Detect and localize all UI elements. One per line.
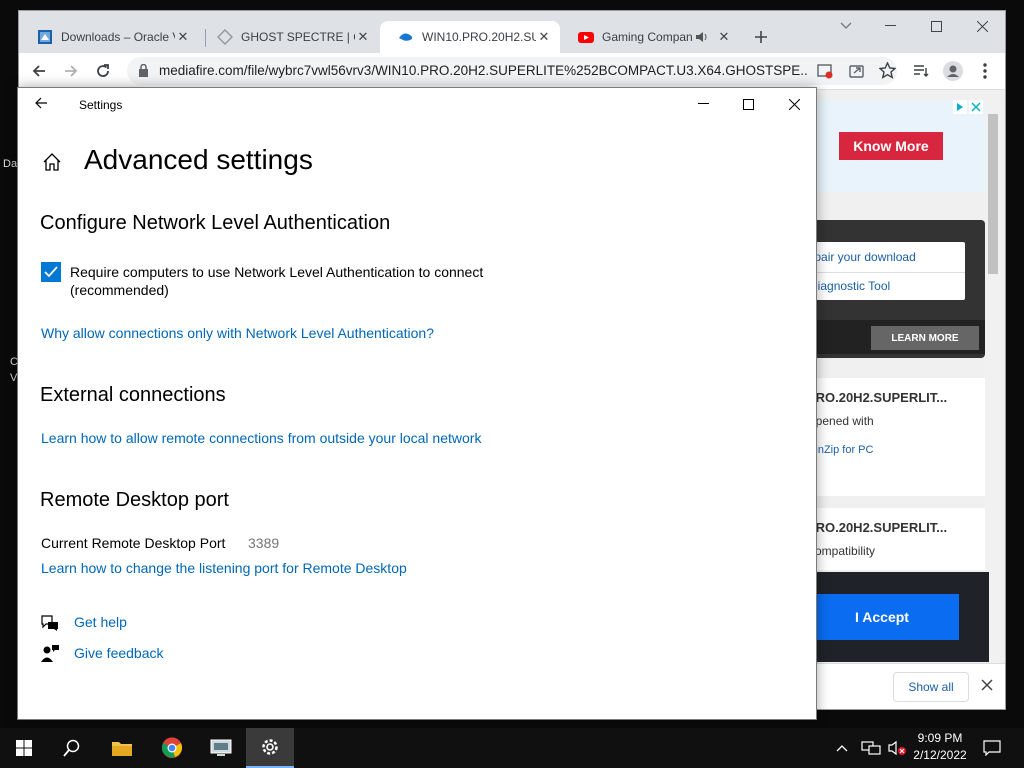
more-menu-icon[interactable] xyxy=(973,59,997,83)
file-title: ).PRO.20H2.SUPERLIT... xyxy=(799,390,948,405)
learn-more-button[interactable]: LEARN MORE xyxy=(871,326,979,350)
give-feedback-link[interactable]: Give feedback xyxy=(74,645,164,661)
new-tab-button[interactable] xyxy=(749,25,773,49)
close-icon[interactable]: ✕ xyxy=(536,29,552,45)
back-arrow-icon[interactable] xyxy=(34,96,48,110)
close-window-button[interactable] xyxy=(771,88,817,120)
file-card: ).PRO.20H2.SUPERLIT... e opened with Win… xyxy=(799,378,985,496)
maximize-button[interactable] xyxy=(913,11,959,41)
tab-downloads-oracle[interactable]: Downloads – Oracle V ✕ xyxy=(19,21,199,53)
notifications-icon[interactable] xyxy=(972,728,1012,768)
taskbar: 9:09 PM 2/12/2022 xyxy=(0,728,1024,768)
close-downloads-icon[interactable] xyxy=(981,679,993,691)
window-title: Settings xyxy=(79,98,123,112)
get-help-icon xyxy=(40,614,60,632)
blocked-popup-icon[interactable] xyxy=(817,63,833,79)
start-button[interactable] xyxy=(0,728,48,768)
close-icon[interactable]: ✕ xyxy=(175,29,191,45)
help-links: Repair your download d Diagnostic Tool xyxy=(799,242,965,300)
show-all-button[interactable]: Show all xyxy=(893,672,969,702)
browser-toolbar: mediafire.com/file/wybrc7vwl56vrv3/WIN10… xyxy=(19,53,1005,90)
settings-window: Settings Advanced settings Configure Net… xyxy=(17,87,817,720)
file-explorer-icon[interactable] xyxy=(98,728,146,768)
nla-checkbox-label: Require computers to use Network Level A… xyxy=(70,264,484,280)
tab-title: GHOST SPECTRE | Cu xyxy=(241,30,355,44)
profile-avatar-icon[interactable] xyxy=(941,59,965,83)
tab-search-button[interactable] xyxy=(823,11,869,41)
remote-connections-link[interactable]: Learn how to allow remote connections fr… xyxy=(41,430,481,446)
external-connections-heading: External connections xyxy=(40,384,226,406)
speaker-icon[interactable] xyxy=(694,29,710,45)
chevron-up-icon[interactable] xyxy=(830,728,854,768)
know-more-button[interactable]: Know More xyxy=(839,132,943,160)
share-icon[interactable] xyxy=(849,63,865,79)
learn-more-bar: LEARN MORE xyxy=(799,320,985,354)
forward-button[interactable] xyxy=(59,59,83,83)
address-bar[interactable]: mediafire.com/file/wybrc7vwl56vrv3/WIN10… xyxy=(127,57,897,85)
tab-title: Downloads – Oracle V xyxy=(61,30,175,44)
tab-mediafire-active[interactable]: WIN10.PRO.20H2.SUPE ✕ xyxy=(380,21,560,53)
remote-desktop-app-icon[interactable] xyxy=(197,728,245,768)
youtube-icon xyxy=(578,29,594,45)
settings-app-icon[interactable] xyxy=(246,728,294,768)
close-icon[interactable]: ✕ xyxy=(355,29,371,45)
back-button[interactable] xyxy=(27,59,51,83)
clock[interactable]: 9:09 PM 2/12/2022 xyxy=(910,731,970,762)
nla-heading: Configure Network Level Authentication xyxy=(40,212,391,234)
minimize-button[interactable] xyxy=(680,88,726,120)
clock-time: 9:09 PM xyxy=(917,731,963,745)
ad-choices-icon[interactable] xyxy=(953,100,983,114)
why-nla-link[interactable]: Why allow connections only with Network … xyxy=(41,325,434,341)
tab-title: Gaming Compan xyxy=(602,30,693,44)
rdp-port-value: 3389 xyxy=(248,535,280,551)
minimize-button[interactable] xyxy=(867,11,913,41)
tab-title: WIN10.PRO.20H2.SUPE xyxy=(422,30,536,44)
search-icon[interactable] xyxy=(48,728,96,768)
nla-checkbox-label: (recommended) xyxy=(70,282,169,298)
ghost-spectre-icon xyxy=(217,29,233,45)
cookie-consent-panel: I Accept xyxy=(799,572,989,662)
change-port-link[interactable]: Learn how to change the listening port f… xyxy=(41,560,407,576)
network-icon[interactable] xyxy=(856,728,886,768)
nla-checkbox[interactable] xyxy=(41,262,61,282)
downloads-bar: Show all xyxy=(799,663,1005,709)
rdp-port-label: Current Remote Desktop Port xyxy=(41,535,226,551)
close-icon[interactable]: ✕ xyxy=(716,29,732,45)
bookmark-star-icon[interactable] xyxy=(879,62,896,79)
reload-button[interactable] xyxy=(91,59,115,83)
url-text: mediafire.com/file/wybrc7vwl56vrv3/WIN10… xyxy=(159,63,809,78)
maximize-button[interactable] xyxy=(725,88,771,120)
home-icon[interactable] xyxy=(42,152,62,172)
desktop-icon-label: Da xyxy=(3,158,18,170)
divider xyxy=(799,272,965,273)
virtualbox-icon xyxy=(37,29,53,45)
get-help-link[interactable]: Get help xyxy=(74,614,127,630)
lock-icon[interactable] xyxy=(138,64,149,77)
page-title: Advanced settings xyxy=(84,144,313,175)
chrome-icon[interactable] xyxy=(148,728,196,768)
download-help-box: Repair your download d Diagnostic Tool L… xyxy=(799,220,985,358)
ad-banner[interactable]: e, • Know More xyxy=(799,100,985,192)
tab-ghost-spectre[interactable]: GHOST SPECTRE | Cu ✕ xyxy=(199,21,379,53)
scrollbar-thumb[interactable] xyxy=(988,114,998,274)
file-title: ).PRO.20H2.SUPERLIT... xyxy=(799,520,948,535)
file-card: ).PRO.20H2.SUPERLIT... n compatibility xyxy=(799,508,985,570)
tab-youtube[interactable]: Gaming Compan ✕ xyxy=(560,21,740,53)
feedback-icon xyxy=(40,644,60,662)
mediafire-icon xyxy=(398,29,414,45)
close-window-button[interactable] xyxy=(959,11,1005,41)
accept-cookies-button[interactable]: I Accept xyxy=(805,594,959,640)
rdp-port-heading: Remote Desktop port xyxy=(40,489,229,511)
tab-strip: Downloads – Oracle V ✕ GHOST SPECTRE | C… xyxy=(19,11,1005,53)
clock-date: 2/12/2022 xyxy=(913,748,967,762)
volume-muted-icon[interactable] xyxy=(884,728,910,768)
reading-list-icon[interactable] xyxy=(909,59,933,83)
